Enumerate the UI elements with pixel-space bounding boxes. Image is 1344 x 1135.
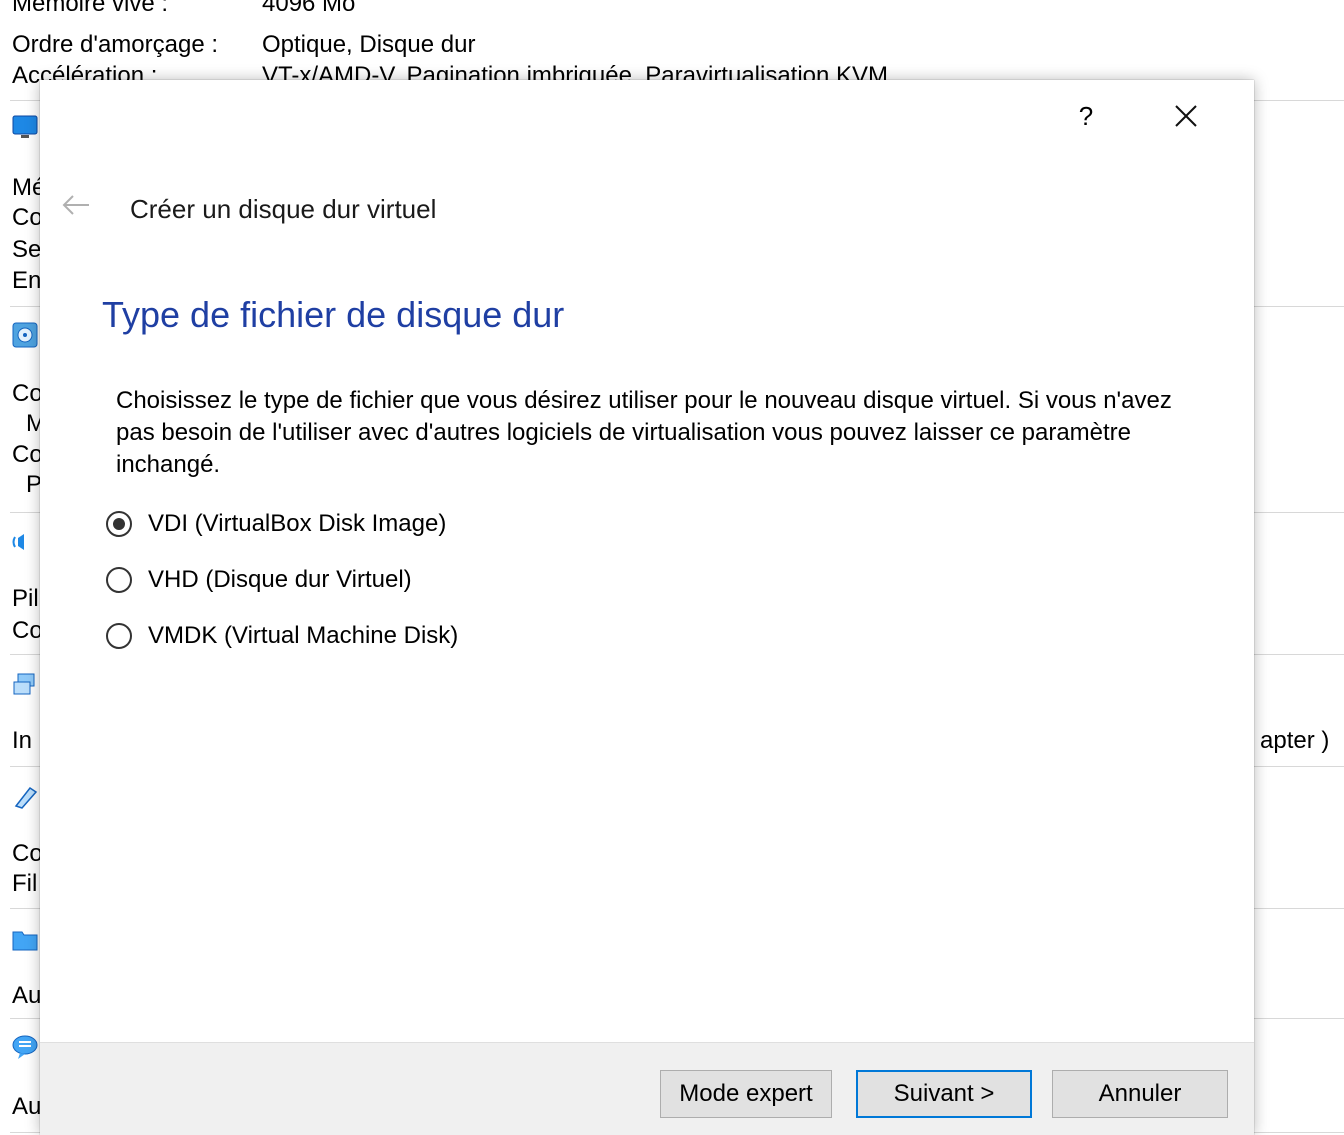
back-arrow-icon <box>62 195 89 215</box>
radio-label: VDI (VirtualBox Disk Image) <box>148 510 447 537</box>
description-icon <box>12 1035 38 1059</box>
bg-fragment: Co <box>12 840 43 867</box>
audio-icon <box>12 534 24 550</box>
storage-icon <box>12 322 38 348</box>
bg-fragment: Co <box>12 617 43 644</box>
bg-memory-row: Mémoire vive : 4096 Mo <box>12 0 356 17</box>
radio-option-vdi[interactable]: VDI (VirtualBox Disk Image) <box>106 507 446 541</box>
create-virtual-disk-dialog: ? Créer un disque dur virtuel Type de fi… <box>40 80 1254 1135</box>
usb-icon <box>14 786 38 809</box>
close-button[interactable] <box>1162 96 1210 136</box>
bg-fragment: En <box>12 267 42 294</box>
page-heading: Type de fichier de disque dur <box>102 294 565 335</box>
radio-label: VHD (Disque dur Virtuel) <box>148 566 412 593</box>
description-text: Choisissez le type de fichier que vous d… <box>116 387 1172 478</box>
bg-fragment: In <box>12 727 33 754</box>
radio-button[interactable] <box>106 623 132 649</box>
bg-fragment: Au <box>12 982 42 1009</box>
radio-selected-dot <box>113 518 125 530</box>
help-button[interactable]: ? <box>1066 96 1106 136</box>
radio-option-vhd[interactable]: VHD (Disque dur Virtuel) <box>106 563 412 597</box>
radio-button[interactable] <box>106 511 132 537</box>
radio-button[interactable] <box>106 567 132 593</box>
display-icon <box>12 115 38 138</box>
expert-mode-button[interactable]: Mode expert <box>660 1070 832 1118</box>
bg-boot-order-row: Ordre d'amorçage : Optique, Disque dur <box>12 31 476 58</box>
button-bar: Mode expert Suivant > Annuler <box>40 1042 1254 1135</box>
bg-fragment: Co <box>12 441 43 468</box>
radio-option-vmdk[interactable]: VMDK (Virtual Machine Disk) <box>106 619 458 653</box>
shared-folders-icon <box>12 931 38 951</box>
bg-fragment: Pil <box>12 585 39 612</box>
bg-fragment: Au <box>12 1093 42 1120</box>
bg-fragment: Co <box>12 380 43 407</box>
next-button[interactable]: Suivant > <box>856 1070 1032 1118</box>
bg-fragment: Se <box>12 236 42 263</box>
wizard-title: Créer un disque dur virtuel <box>130 194 437 224</box>
network-icon <box>13 673 35 695</box>
bg-fragment: apter ) <box>1260 727 1330 754</box>
cancel-button[interactable]: Annuler <box>1052 1070 1228 1118</box>
radio-label: VMDK (Virtual Machine Disk) <box>148 622 459 649</box>
back-button[interactable] <box>58 190 94 220</box>
bg-fragment: Co <box>12 204 43 231</box>
close-icon <box>1175 105 1197 127</box>
bg-fragment: Fil <box>12 870 38 897</box>
